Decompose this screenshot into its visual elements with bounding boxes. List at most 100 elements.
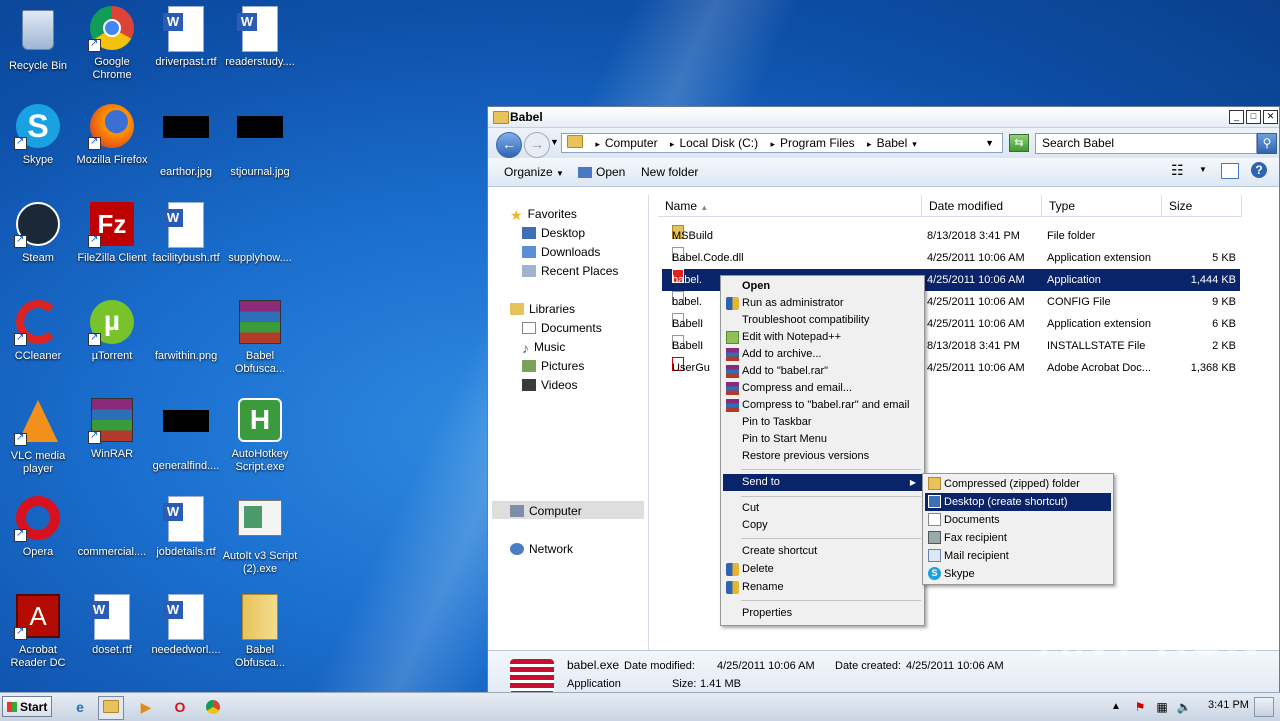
menu-item-send-to[interactable]: Send to ▶	[723, 474, 922, 491]
desktop-icon-earthor[interactable]: earthor.jpg	[148, 104, 224, 179]
media-player-taskbar-icon[interactable]: ▶	[134, 696, 158, 718]
explorer-taskbar-icon[interactable]	[98, 696, 124, 720]
view-options-icon[interactable]: ☷	[1171, 162, 1184, 179]
desktop-icon-commercial[interactable]: commercial....	[74, 496, 150, 559]
nav-desktop[interactable]: Desktop	[522, 226, 585, 240]
menu-item-troubleshoot[interactable]: Troubleshoot compatibility	[723, 312, 922, 329]
desktop-icon-stjournal[interactable]: stjournal.jpg	[222, 104, 298, 179]
new-folder-button[interactable]: New folder	[641, 165, 698, 179]
desktop-icon-utorrent[interactable]: µ µTorrent	[74, 300, 150, 363]
file-row-msbuild[interactable]: MSBuild 8/13/2018 3:41 PM File folder	[662, 225, 1240, 247]
recent-pages-chevron-icon[interactable]: ▼	[550, 137, 559, 147]
menu-item-properties[interactable]: Properties	[723, 605, 922, 622]
desktop-icon-chrome[interactable]: Google Chrome	[74, 6, 150, 82]
network-tray-icon[interactable]: ▦	[1150, 696, 1174, 718]
menu-item-edit-notepadpp[interactable]: Edit with Notepad++	[723, 329, 922, 346]
menu-item-pin-taskbar[interactable]: Pin to Taskbar	[723, 414, 922, 431]
breadcrumb-babel[interactable]: Babel	[877, 136, 908, 150]
send-to-skype[interactable]: S Skype	[925, 565, 1111, 583]
nav-pictures[interactable]: Pictures	[522, 359, 584, 373]
desktop-icon-ccleaner[interactable]: CCleaner	[0, 300, 76, 363]
desktop-icon-jobdetails[interactable]: W jobdetails.rtf	[148, 496, 224, 559]
send-to-zip[interactable]: Compressed (zipped) folder	[925, 475, 1111, 493]
menu-item-create-shortcut[interactable]: Create shortcut	[723, 543, 922, 560]
desktop-icon-doset[interactable]: W doset.rtf	[74, 594, 150, 657]
desktop-icon-opera[interactable]: Opera	[0, 496, 76, 559]
send-to-mail[interactable]: Mail recipient	[925, 547, 1111, 565]
menu-item-pin-start[interactable]: Pin to Start Menu	[723, 431, 922, 448]
menu-item-cut[interactable]: Cut	[723, 500, 922, 517]
send-to-documents[interactable]: Documents	[925, 511, 1111, 529]
close-button[interactable]: ✕	[1263, 110, 1278, 124]
search-input[interactable]: Search Babel	[1035, 133, 1257, 154]
desktop-icon-driverpast[interactable]: W driverpast.rtf	[148, 6, 224, 69]
preview-pane-icon[interactable]	[1221, 163, 1239, 179]
menu-item-compress-rar-email[interactable]: Compress to "babel.rar" and email	[723, 397, 922, 414]
help-icon[interactable]: ?	[1251, 162, 1267, 178]
breadcrumb-local-disk[interactable]: Local Disk (C:)	[679, 136, 758, 150]
desktop-icon-facilitybush[interactable]: W facilitybush.rtf	[148, 202, 224, 265]
desktop-icon-acrobat[interactable]: A Acrobat Reader DC	[0, 594, 76, 670]
breadcrumb-program-files[interactable]: Program Files	[780, 136, 855, 150]
address-dropdown-icon[interactable]: ▼	[985, 134, 994, 152]
menu-item-open[interactable]: Open	[723, 278, 922, 295]
desktop-icon-firefox[interactable]: Mozilla Firefox	[74, 104, 150, 167]
desktop-icon-recycle-bin[interactable]: Recycle Bin	[0, 6, 76, 73]
nav-downloads[interactable]: Downloads	[522, 245, 600, 259]
column-header-type[interactable]: Type	[1042, 195, 1162, 217]
action-center-icon[interactable]: ⚑	[1128, 696, 1152, 718]
send-to-fax[interactable]: Fax recipient	[925, 529, 1111, 547]
volume-icon[interactable]: 🔈	[1172, 696, 1196, 718]
desktop-icon-skype[interactable]: S Skype	[0, 104, 76, 167]
column-header-size[interactable]: Size	[1162, 195, 1242, 217]
menu-item-add-to-rar[interactable]: Add to "babel.rar"	[723, 363, 922, 380]
nav-computer[interactable]: Computer	[510, 504, 582, 518]
column-header-name[interactable]: Name ▲	[658, 195, 922, 217]
menu-item-delete[interactable]: Delete	[723, 561, 922, 578]
nav-network[interactable]: Network	[510, 542, 573, 556]
desktop-icon-readerstudy[interactable]: W readerstudy....	[222, 6, 298, 69]
ie-taskbar-icon[interactable]: e	[68, 696, 92, 718]
breadcrumb-computer[interactable]: Computer	[605, 136, 658, 150]
view-dropdown-icon[interactable]: ▼	[1199, 165, 1207, 174]
send-to-desktop[interactable]: Desktop (create shortcut)	[925, 493, 1111, 511]
desktop-icon-vlc[interactable]: VLC media player	[0, 398, 76, 476]
menu-item-rename[interactable]: Rename	[723, 579, 922, 596]
maximize-button[interactable]: □	[1246, 110, 1261, 124]
menu-item-add-archive[interactable]: Add to archive...	[723, 346, 922, 363]
desktop-icon-supplyhow[interactable]: supplyhow....	[222, 202, 298, 265]
desktop-icon-babel-archive[interactable]: Babel Obfusca...	[222, 300, 298, 376]
nav-documents[interactable]: Documents	[522, 321, 602, 335]
open-button[interactable]: Open	[578, 165, 625, 179]
column-header-date[interactable]: Date modified	[922, 195, 1042, 217]
desktop-icon-babel-folder[interactable]: Babel Obfusca...	[222, 594, 298, 670]
refresh-icon[interactable]: ⇆	[1009, 134, 1029, 152]
organize-button[interactable]: Organize ▼	[504, 165, 564, 179]
chrome-taskbar-icon[interactable]	[201, 696, 225, 718]
back-button[interactable]: ←	[496, 132, 522, 158]
desktop-icon-steam[interactable]: Steam	[0, 202, 76, 265]
start-button[interactable]: Start	[2, 696, 52, 717]
clock[interactable]: 3:41 PM	[1208, 699, 1249, 711]
search-icon[interactable]: ⚲	[1257, 133, 1277, 154]
desktop-icon-neededworl[interactable]: W neededworl....	[148, 594, 224, 657]
desktop-icon-autoit[interactable]: AutoIt v3 Script (2).exe	[222, 496, 298, 576]
desktop-icon-autohotkey[interactable]: H AutoHotkey Script.exe	[222, 398, 298, 474]
nav-recent-places[interactable]: Recent Places	[522, 264, 618, 278]
opera-taskbar-icon[interactable]: O	[168, 696, 192, 718]
tray-expand-icon[interactable]: ▲	[1104, 696, 1128, 718]
nav-libraries[interactable]: Libraries	[510, 302, 575, 316]
menu-item-compress-email[interactable]: Compress and email...	[723, 380, 922, 397]
nav-videos[interactable]: Videos	[522, 378, 577, 392]
nav-music[interactable]: ♪ Music	[522, 340, 565, 356]
menu-item-restore-versions[interactable]: Restore previous versions	[723, 448, 922, 465]
address-bar[interactable]: ▸ Computer ▸ Local Disk (C:) ▸ Program File…	[561, 133, 1003, 153]
menu-item-copy[interactable]: Copy	[723, 517, 922, 534]
desktop-icon-winrar[interactable]: WinRAR	[74, 398, 150, 461]
menu-item-run-as-admin[interactable]: Run as administrator	[723, 295, 922, 312]
title-bar[interactable]: Babel _ □ ✕	[488, 107, 1279, 128]
forward-button[interactable]: →	[524, 132, 550, 158]
nav-favorites[interactable]: ★ Favorites	[510, 207, 577, 223]
show-desktop-button[interactable]	[1254, 697, 1274, 717]
desktop-icon-generalfind[interactable]: generalfind....	[148, 398, 224, 473]
